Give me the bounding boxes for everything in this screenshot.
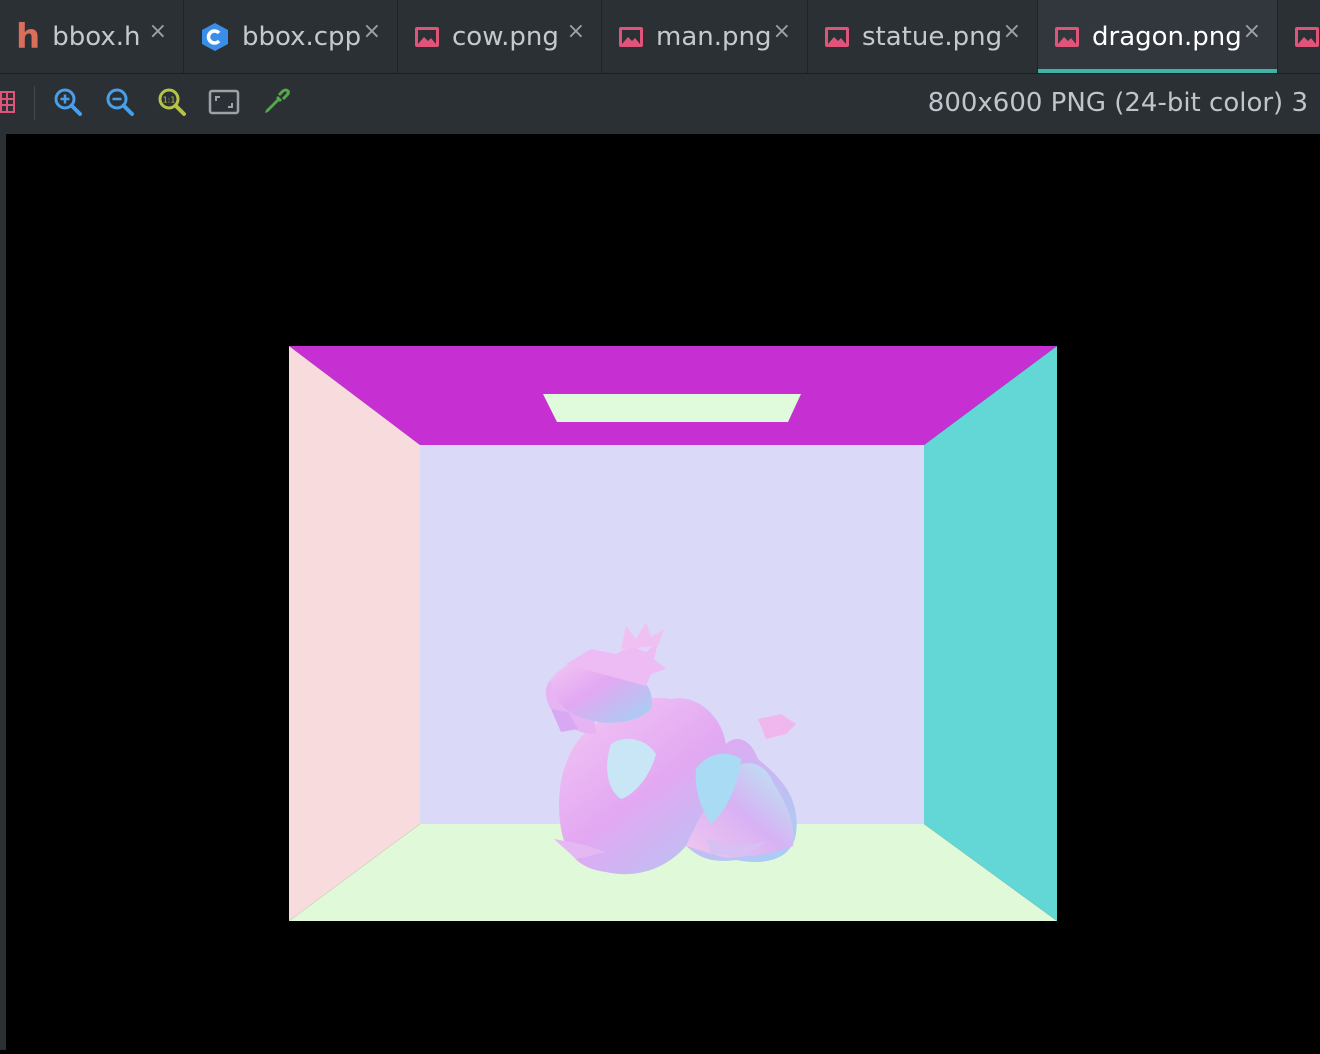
ceiling-light — [543, 394, 801, 422]
editor-tab-bar: h bbox.h × bbox.cpp × cow.png × man.png … — [0, 0, 1320, 74]
close-icon[interactable]: × — [773, 19, 791, 44]
tab-label: bbox.h — [52, 21, 141, 52]
image-file-icon — [1055, 26, 1079, 47]
zoom-in-icon[interactable] — [52, 86, 84, 118]
tab-statue-png[interactable]: statue.png × — [808, 0, 1038, 73]
tab-overflow[interactable] — [1278, 0, 1320, 73]
actual-size-icon[interactable]: 1:1 — [156, 86, 188, 118]
image-viewer[interactable] — [6, 134, 1320, 1050]
left-wall — [289, 346, 420, 921]
image-file-icon — [825, 26, 849, 47]
fit-to-window-icon[interactable] — [208, 86, 240, 118]
zoom-out-icon[interactable] — [104, 86, 136, 118]
close-icon[interactable]: × — [1003, 19, 1021, 44]
image-info-label: 800x600 PNG (24-bit color) 3 — [927, 88, 1308, 118]
close-icon[interactable]: × — [149, 19, 167, 44]
tab-label: man.png — [656, 21, 772, 52]
tab-cow-png[interactable]: cow.png × — [398, 0, 602, 73]
svg-text:1:1: 1:1 — [163, 96, 176, 105]
tab-dragon-png[interactable]: dragon.png × — [1038, 0, 1278, 73]
tab-label: cow.png — [452, 21, 559, 52]
tab-label: bbox.cpp — [242, 21, 362, 52]
tab-bbox-cpp[interactable]: bbox.cpp × — [184, 0, 398, 73]
tab-bbox-h[interactable]: h bbox.h × — [0, 0, 184, 73]
rendered-image — [289, 346, 1057, 921]
grid-icon[interactable] — [0, 86, 22, 118]
cpp-file-icon — [202, 22, 228, 51]
right-wall — [924, 346, 1057, 921]
close-icon[interactable]: × — [1243, 19, 1261, 44]
tab-label: statue.png — [862, 21, 1003, 52]
header-file-icon: h — [16, 16, 41, 57]
image-file-icon — [1295, 26, 1319, 47]
image-file-icon — [619, 26, 643, 47]
tab-label: dragon.png — [1092, 21, 1242, 52]
close-icon[interactable]: × — [567, 19, 585, 44]
tab-man-png[interactable]: man.png × — [602, 0, 808, 73]
close-icon[interactable]: × — [363, 19, 381, 44]
toolbar-separator — [34, 86, 35, 120]
image-file-icon — [415, 26, 439, 47]
image-toolbar: 1:1 800x600 PNG (24-bit color) 3 — [0, 74, 1320, 134]
color-picker-icon[interactable] — [260, 86, 292, 118]
